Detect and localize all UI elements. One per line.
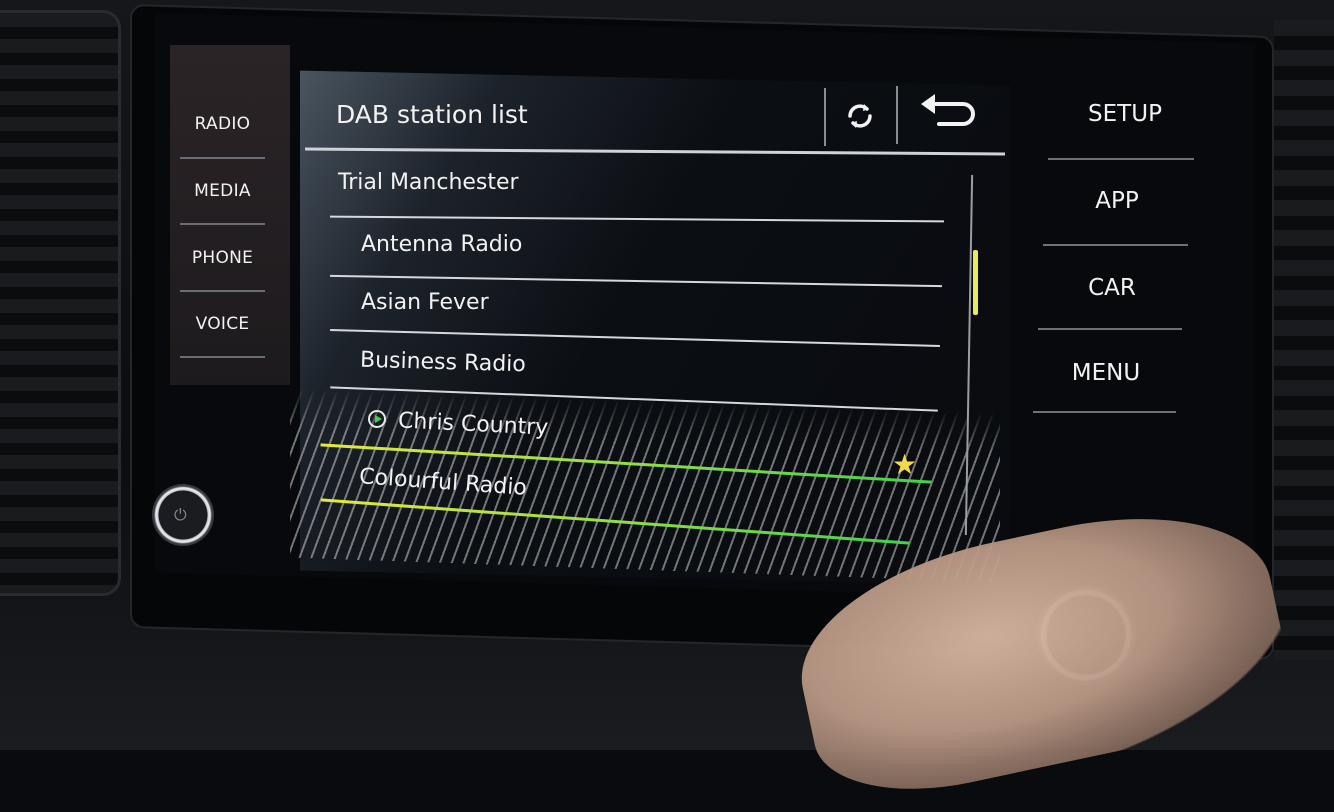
nav-divider (180, 356, 265, 358)
header-divider (896, 86, 898, 144)
page-title: DAB station list (336, 100, 528, 129)
nav-app-button[interactable]: APP (1042, 188, 1192, 214)
nav-divider (1043, 244, 1188, 246)
favorite-star-icon[interactable]: ★ (892, 448, 917, 481)
nav-divider (180, 290, 265, 292)
station-item[interactable]: Asian Fever (361, 290, 489, 315)
scrollbar-thumb[interactable] (973, 250, 978, 315)
nav-divider (180, 157, 265, 159)
nav-phone-button[interactable]: PHONE (180, 248, 265, 268)
nav-car-button[interactable]: CAR (1037, 275, 1187, 301)
station-item[interactable]: Antenna Radio (361, 232, 522, 257)
station-item[interactable]: Business Radio (360, 348, 526, 378)
header-divider (824, 88, 826, 146)
nav-divider (180, 223, 265, 225)
refresh-icon (848, 104, 872, 128)
nav-divider (1038, 328, 1182, 330)
nav-voice-button[interactable]: VOICE (180, 314, 265, 334)
back-arrow-icon (921, 94, 975, 126)
nav-radio-button[interactable]: RADIO (180, 114, 265, 134)
nav-divider (1033, 411, 1176, 413)
now-playing-icon (368, 410, 386, 428)
left-nav-panel (170, 45, 290, 385)
right-air-vent (1274, 20, 1334, 660)
back-button[interactable] (905, 84, 995, 140)
nav-divider (1048, 158, 1194, 160)
nav-media-button[interactable]: MEDIA (180, 181, 265, 201)
station-group-header[interactable]: Trial Manchester (338, 170, 519, 195)
nav-menu-button[interactable]: MENU (1031, 360, 1181, 386)
left-air-vent (0, 10, 121, 596)
power-icon: ⏻ (174, 505, 187, 524)
refresh-button[interactable] (830, 88, 890, 144)
nav-setup-button[interactable]: SETUP (1050, 101, 1200, 127)
